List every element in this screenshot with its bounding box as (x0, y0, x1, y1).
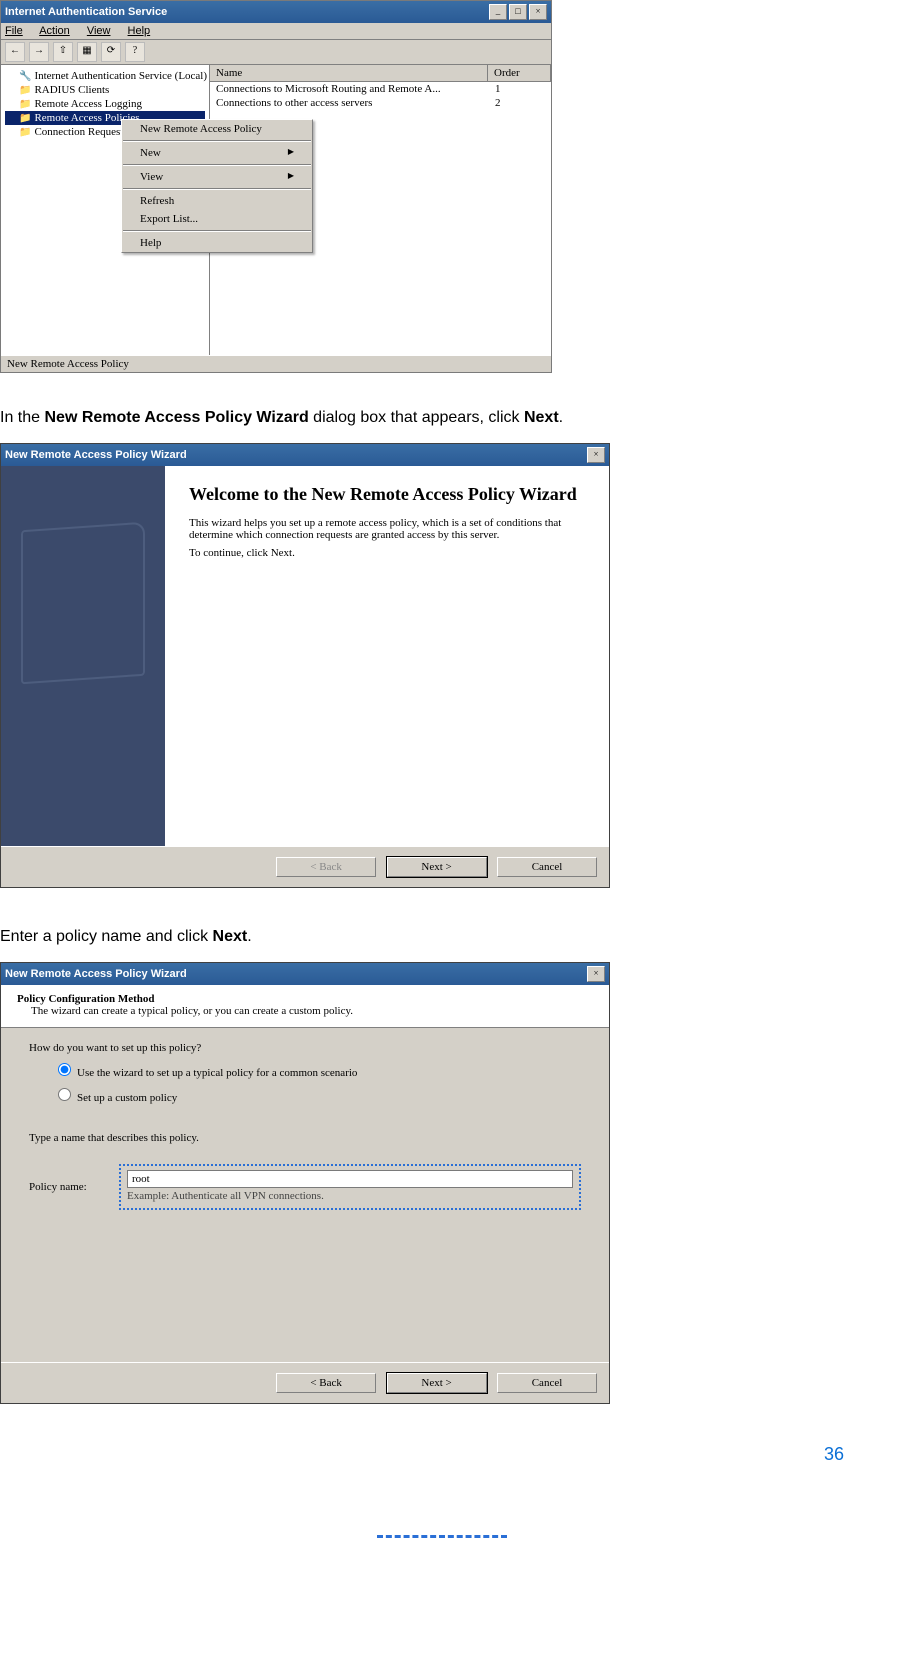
ias-console-window: Internet Authentication Service _ □ × Fi… (0, 0, 552, 373)
list-header: Name Order (210, 65, 551, 82)
page-number: 36 (0, 1444, 844, 1465)
wizard2-header-title: Policy Configuration Method (17, 993, 155, 1005)
cell-name: Connections to Microsoft Routing and Rem… (216, 83, 495, 95)
next-button[interactable]: Next > (387, 1373, 487, 1393)
cancel-button[interactable]: Cancel (497, 1373, 597, 1393)
instr-text: In the (0, 409, 44, 426)
cancel-button[interactable]: Cancel (497, 857, 597, 877)
close-button[interactable]: × (587, 966, 605, 982)
ctx-separator (123, 140, 311, 142)
wizard1-titlebar: New Remote Access Policy Wizard × (1, 444, 609, 466)
ctx-new[interactable]: New (122, 144, 312, 162)
col-name[interactable]: Name (210, 65, 488, 81)
radio-custom-policy[interactable]: Set up a custom policy (53, 1085, 581, 1104)
wizard1-description: This wizard helps you set up a remote ac… (189, 517, 585, 541)
policy-name-label: Policy name: (29, 1181, 119, 1193)
forward-icon[interactable]: → (29, 42, 49, 62)
wizard1-button-row: < Back Next > Cancel (1, 846, 609, 887)
footer-rule (0, 1525, 884, 1543)
instr-bold: New Remote Access Policy Wizard (44, 409, 308, 426)
wizard-sidebar-graphic (1, 466, 165, 846)
ctx-separator (123, 230, 311, 232)
wizard2-header-sub: The wizard can create a typical policy, … (17, 1005, 353, 1017)
cell-order: 2 (495, 97, 545, 109)
menu-help[interactable]: Help (128, 25, 151, 37)
instruction-1: In the New Remote Access Policy Wizard d… (0, 409, 884, 427)
radio-typical-input[interactable] (58, 1063, 71, 1076)
refresh-icon[interactable]: ⟳ (101, 42, 121, 62)
window-title: Internet Authentication Service (5, 6, 167, 18)
tree-item-radius-clients[interactable]: RADIUS Clients (5, 83, 205, 97)
instr-bold: Next (213, 928, 248, 945)
wizard2-question: How do you want to set up this policy? (29, 1042, 581, 1054)
minimize-button[interactable]: _ (489, 4, 507, 20)
back-button: < Back (276, 857, 376, 877)
radio-label: Set up a custom policy (77, 1092, 177, 1104)
wizard2-title: New Remote Access Policy Wizard (5, 968, 187, 980)
properties-icon[interactable]: ▦ (77, 42, 97, 62)
up-icon[interactable]: ⇧ (53, 42, 73, 62)
wizard2-header: Policy Configuration Method The wizard c… (1, 985, 609, 1028)
policy-name-example: Example: Authenticate all VPN connection… (127, 1190, 573, 1202)
instr-text: dialog box that appears, click (309, 409, 524, 426)
instr-text: . (247, 928, 251, 945)
toolbar: ← → ⇧ ▦ ⟳ ? (1, 40, 551, 65)
instr-text: Enter a policy name and click (0, 928, 213, 945)
status-bar: New Remote Access Policy (1, 355, 551, 372)
instr-text: . (559, 409, 563, 426)
ctx-view[interactable]: View (122, 168, 312, 186)
wizard1-title: New Remote Access Policy Wizard (5, 449, 187, 461)
type-name-label: Type a name that describes this policy. (29, 1132, 581, 1144)
tree-pane[interactable]: Internet Authentication Service (Local) … (1, 65, 210, 355)
instr-bold: Next (524, 409, 559, 426)
radio-custom-input[interactable] (58, 1088, 71, 1101)
wizard1-continue-hint: To continue, click Next. (189, 547, 585, 559)
cell-order: 1 (495, 83, 545, 95)
list-row[interactable]: Connections to other access servers 2 (210, 96, 551, 110)
back-icon[interactable]: ← (5, 42, 25, 62)
wizard1-heading: Welcome to the New Remote Access Policy … (189, 484, 585, 505)
ctx-new-remote-access-policy[interactable]: New Remote Access Policy (122, 120, 312, 138)
col-order[interactable]: Order (488, 65, 551, 81)
close-button[interactable]: × (587, 447, 605, 463)
instruction-2: Enter a policy name and click Next. (0, 928, 884, 946)
radio-typical-policy[interactable]: Use the wizard to set up a typical polic… (53, 1060, 581, 1079)
cell-name: Connections to other access servers (216, 97, 495, 109)
ctx-refresh[interactable]: Refresh (122, 192, 312, 210)
list-row[interactable]: Connections to Microsoft Routing and Rem… (210, 82, 551, 96)
tree-root[interactable]: Internet Authentication Service (Local) (5, 69, 205, 83)
ctx-separator (123, 188, 311, 190)
ctx-export-list[interactable]: Export List... (122, 210, 312, 228)
policy-name-highlight: Example: Authenticate all VPN connection… (119, 1164, 581, 1210)
tree-item-remote-access-logging[interactable]: Remote Access Logging (5, 97, 205, 111)
wizard-welcome-dialog: New Remote Access Policy Wizard × Welcom… (0, 443, 610, 888)
ctx-help[interactable]: Help (122, 234, 312, 252)
close-button[interactable]: × (529, 4, 547, 20)
ias-titlebar: Internet Authentication Service _ □ × (1, 1, 551, 23)
wizard2-titlebar: New Remote Access Policy Wizard × (1, 963, 609, 985)
ctx-separator (123, 164, 311, 166)
help-icon[interactable]: ? (125, 42, 145, 62)
menu-file[interactable]: File (5, 25, 23, 37)
policy-name-input[interactable] (127, 1170, 573, 1188)
context-menu: New Remote Access Policy New View Refres… (121, 119, 313, 253)
menu-bar: File Action View Help (1, 23, 551, 40)
back-button[interactable]: < Back (276, 1373, 376, 1393)
radio-label: Use the wizard to set up a typical polic… (77, 1067, 357, 1079)
menu-view[interactable]: View (87, 25, 111, 37)
wizard2-button-row: < Back Next > Cancel (1, 1362, 609, 1403)
maximize-button[interactable]: □ (509, 4, 527, 20)
wizard-policy-config-dialog: New Remote Access Policy Wizard × Policy… (0, 962, 610, 1404)
menu-action[interactable]: Action (39, 25, 70, 37)
next-button[interactable]: Next > (387, 857, 487, 877)
